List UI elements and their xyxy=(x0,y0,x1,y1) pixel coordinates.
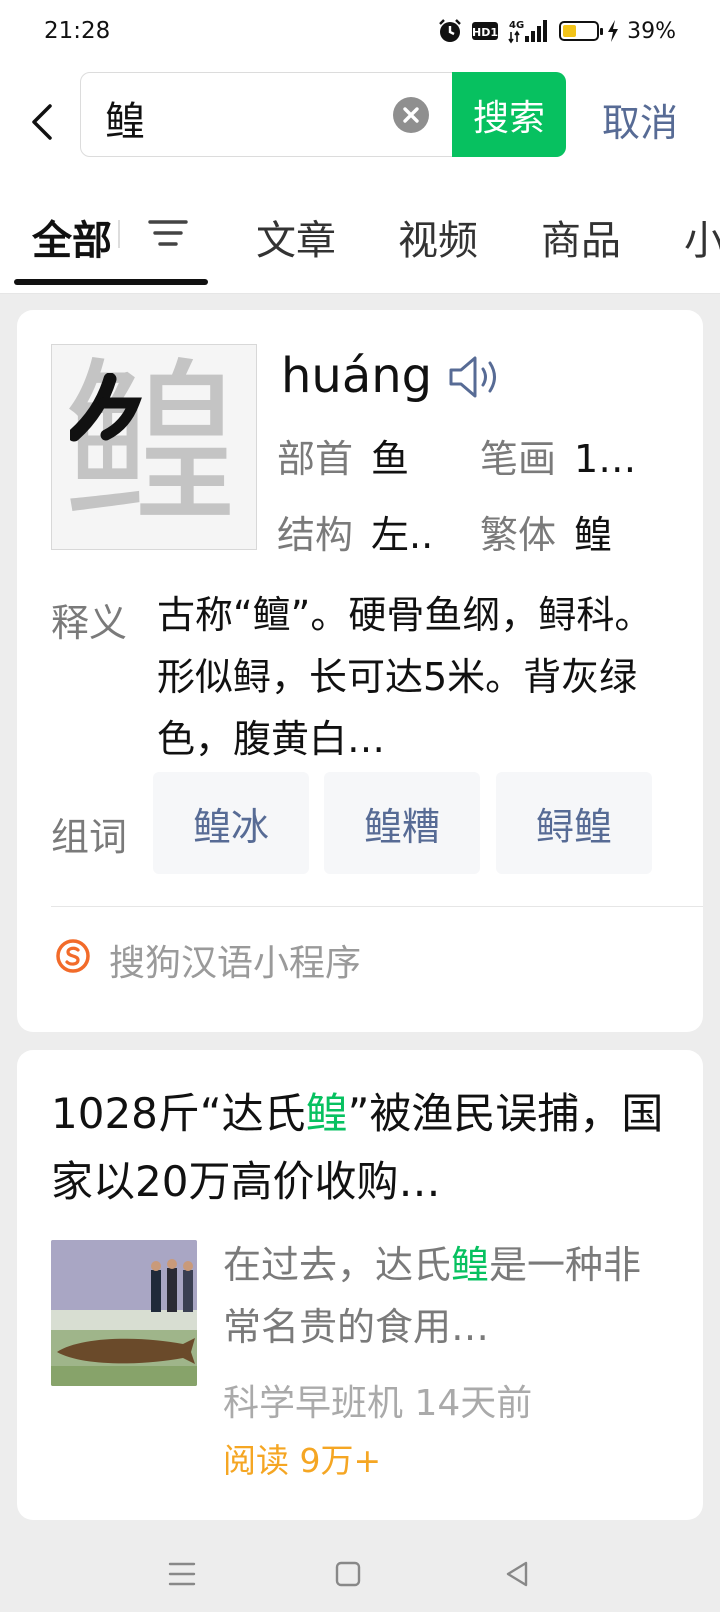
structure-row: 结构 左.. xyxy=(277,504,433,559)
keyword-highlight: 鳇 xyxy=(451,1243,490,1287)
radical-label: 部首 xyxy=(277,437,354,481)
cancel-button[interactable]: 取消 xyxy=(602,92,678,147)
tab-videos[interactable]: 视频 xyxy=(398,208,478,266)
status-time: 21:28 xyxy=(44,18,111,44)
menu-icon[interactable] xyxy=(162,1554,202,1594)
pinyin: huáng xyxy=(281,348,433,404)
status-icons: HD1 4G 39% xyxy=(437,16,676,46)
tab-more[interactable]: 小 xyxy=(684,208,720,266)
tab-all[interactable]: 全部 xyxy=(32,208,112,266)
alarm-icon xyxy=(437,18,463,44)
traditional-value: 鳇 xyxy=(574,513,613,557)
article-thumbnail[interactable] xyxy=(51,1240,197,1386)
structure-value: 左.. xyxy=(371,513,434,557)
source-link[interactable]: 搜狗汉语小程序 xyxy=(109,934,361,986)
radical-value: 鱼 xyxy=(371,437,410,481)
home-icon[interactable] xyxy=(328,1554,368,1594)
tab-bar: 全部 文章 视频 商品 小 xyxy=(0,180,720,294)
traditional-row: 繁体鳇 xyxy=(480,504,612,559)
back-nav-icon[interactable] xyxy=(498,1554,538,1594)
word-chip[interactable]: 鳇糟 xyxy=(324,772,480,874)
svg-text:4G: 4G xyxy=(509,20,524,31)
system-nav-bar xyxy=(0,1540,720,1612)
article-reads: 阅读 9万+ xyxy=(223,1441,382,1480)
keyword-highlight: 鳇 xyxy=(305,1089,348,1138)
dictionary-card[interactable]: 鳇 huáng 部首鱼 笔画 1… 结构 左.. 繁体鳇 释义 古称“鳣”。硬骨鱼纲… xyxy=(17,310,703,1032)
battery-percent: 39% xyxy=(627,18,676,44)
article-title[interactable]: 1028斤“达氏鳇”被渔民误捕，国家以20万高价收购… xyxy=(51,1080,671,1216)
word-chip[interactable]: 鳇冰 xyxy=(153,772,309,874)
strokes-row: 笔画 1… xyxy=(480,428,636,483)
tab-articles[interactable]: 文章 xyxy=(256,208,336,266)
article-meta: 科学早班机 14天前 xyxy=(223,1374,532,1426)
traditional-label: 繁体 xyxy=(480,513,557,557)
character-stroke-image[interactable]: 鳇 xyxy=(51,344,257,550)
battery-icon xyxy=(559,21,604,41)
words-label: 组词 xyxy=(51,815,128,859)
article-time: 14天前 xyxy=(414,1383,533,1424)
sogou-logo-icon xyxy=(56,939,90,973)
definition-label: 释义 xyxy=(51,601,128,645)
stroke-order-highlight xyxy=(70,373,142,442)
divider xyxy=(51,906,703,907)
svg-text:HD1: HD1 xyxy=(472,26,498,39)
clear-icon[interactable] xyxy=(393,97,429,133)
battery-level xyxy=(563,25,576,37)
article-title-text: 1028斤“达氏 xyxy=(51,1089,306,1138)
search-header: 鳇 搜索 取消 xyxy=(0,64,720,180)
definition-text: 古称“鳣”。硬骨鱼纲，鲟科。形似鲟，长可达5米。背灰绿色，腹黄白… xyxy=(157,593,653,761)
radical-row: 部首鱼 xyxy=(277,428,409,483)
search-button[interactable]: 搜索 xyxy=(452,72,566,157)
tab-divider xyxy=(118,220,120,248)
charging-icon xyxy=(607,20,619,42)
article-source[interactable]: 科学早班机 xyxy=(223,1383,403,1424)
snippet-text: 在过去，达氏 xyxy=(223,1243,452,1287)
strokes-label: 笔画 xyxy=(480,437,557,481)
speaker-icon[interactable] xyxy=(447,354,507,400)
tab-products[interactable]: 商品 xyxy=(541,208,621,266)
article-snippet: 在过去，达氏鳇是一种非常名贵的食用… xyxy=(223,1234,643,1358)
tab-indicator xyxy=(14,279,208,285)
article-card[interactable]: 1028斤“达氏鳇”被渔民误捕，国家以20万高价收购… 在过去，达氏鳇是一种非常… xyxy=(17,1050,703,1520)
signal-icon: 4G xyxy=(507,18,551,44)
status-bar: 21:28 HD1 4G 39% xyxy=(0,0,720,64)
strokes-value: 1… xyxy=(574,437,637,481)
filter-icon[interactable] xyxy=(148,216,188,250)
hd-icon: HD1 xyxy=(471,20,499,42)
structure-label: 结构 xyxy=(277,513,354,557)
search-query[interactable]: 鳇 xyxy=(105,89,145,147)
word-chip[interactable]: 鲟鳇 xyxy=(496,772,652,874)
back-icon[interactable] xyxy=(26,90,58,154)
